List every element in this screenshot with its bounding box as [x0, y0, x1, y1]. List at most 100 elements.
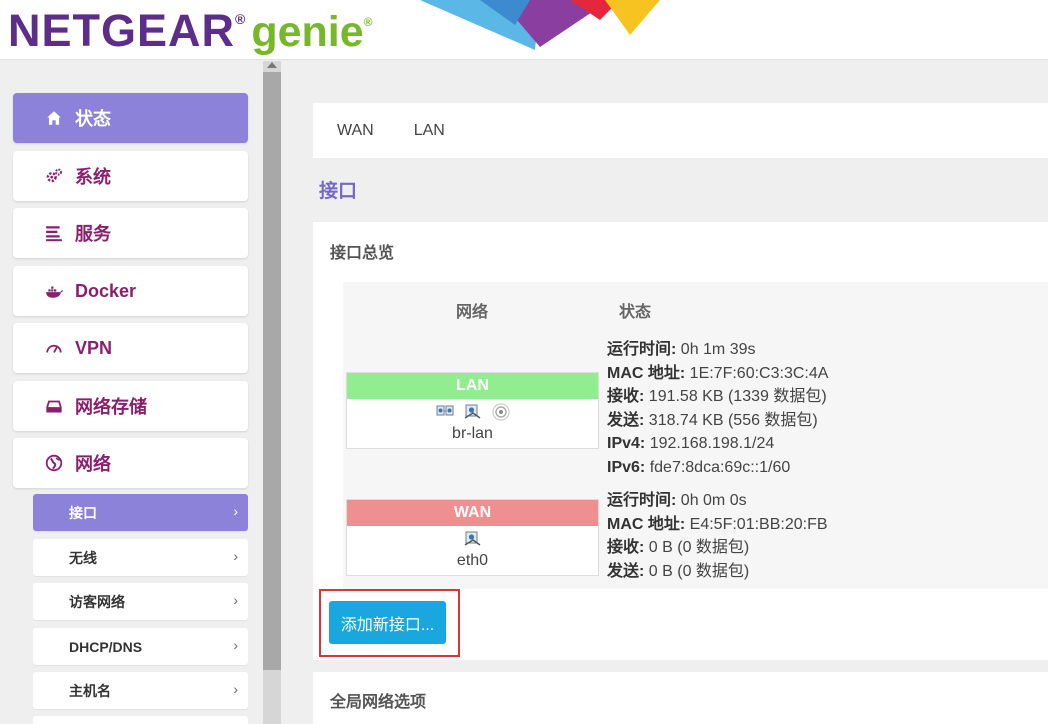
column-header-status: 状态 [619, 304, 652, 321]
subitem-label: 接口 [69, 504, 97, 521]
chevron-right-icon: › [233, 592, 238, 608]
status-line: IPv4: 192.168.198.1/24 [607, 432, 828, 456]
subitem-label: DHCP/DNS [69, 638, 143, 655]
chevron-right-icon: › [233, 503, 238, 519]
status-line: 运行时间: 0h 1m 39s [607, 338, 828, 362]
panel-title: 接口总览 [330, 245, 395, 262]
status-value: 191.58 KB (1339 数据包) [644, 388, 827, 406]
status-line: 接收: 0 B (0 数据包) [607, 536, 828, 560]
interface-card-lan[interactable]: LAN br-lan [346, 372, 599, 449]
ethernet-port-icon [464, 531, 480, 546]
sidebar-subitem-hostnames[interactable]: 主机名 › [33, 672, 248, 709]
status-value: 318.74 KB (556 数据包) [644, 411, 818, 429]
interface-device-name: br-lan [452, 425, 493, 442]
home-icon [43, 108, 65, 128]
status-label: 发送: [607, 562, 645, 580]
chevron-right-icon: › [233, 681, 238, 697]
netgear-genie-logo[interactable]: NETGEAR® genie® [8, 5, 373, 57]
logo-brand: NETGEAR [8, 5, 236, 56]
panel-title: 全局网络选项 [330, 694, 427, 711]
header-decoration-graphic [420, 0, 660, 50]
status-label: MAC 地址: [607, 364, 686, 382]
interface-icons [347, 530, 598, 550]
status-line: 发送: 318.74 KB (556 数据包) [607, 409, 828, 433]
interface-overview-panel: 接口总览 网络 状态 LAN br-lan 运行时间: 0h 1m 39s MA… [313, 222, 1048, 660]
add-new-interface-button[interactable]: 添加新接口... [329, 601, 446, 644]
status-line: 运行时间: 0h 0m 0s [607, 489, 828, 513]
sidebar-item-label: 网络存储 [75, 397, 147, 417]
status-line: 接收: 191.58 KB (1339 数据包) [607, 385, 828, 409]
logo-reg-mark: ® [235, 11, 246, 27]
sidebar-item-label: 系统 [75, 167, 111, 187]
interface-card-wan[interactable]: WAN eth0 [346, 499, 599, 576]
status-label: IPv4: [607, 435, 646, 453]
sidebar-item-status[interactable]: 状态 [13, 93, 248, 143]
logo-product: genie [251, 8, 364, 56]
status-line: IPv6: fde7:8dca:69c::1/60 [607, 456, 828, 480]
bridge-icon [436, 405, 453, 416]
interface-device-name: eth0 [456, 552, 489, 569]
status-value: fde7:8dca:69c::1/60 [645, 458, 791, 476]
subitem-label: 无线 [69, 549, 97, 566]
sidebar-item-vpn[interactable]: VPN [13, 323, 248, 373]
wireless-icon [491, 403, 510, 421]
interface-tabs: WAN LAN [313, 103, 1048, 158]
status-line: MAC 地址: 1E:7F:60:C3:3C:4A [607, 362, 828, 386]
sidebar-item-docker[interactable]: Docker [13, 266, 248, 316]
status-value: 0h 0m 0s [676, 492, 747, 509]
status-label: 接收: [607, 539, 645, 557]
gears-icon [43, 166, 65, 186]
status-value: 0 B (0 数据包) [644, 539, 750, 557]
sidebar-item-network[interactable]: 网络 [13, 438, 248, 488]
status-label: 接收: [607, 388, 645, 406]
drive-icon [43, 396, 65, 416]
interface-table: 网络 状态 LAN br-lan 运行时间: 0h 1m 39s MAC 地址:… [343, 282, 1048, 589]
status-value: E4:5F:01:BB:20:FB [685, 515, 828, 533]
global-network-options-panel: 全局网络选项 [313, 672, 1048, 724]
status-label: 运行时间: [607, 492, 677, 509]
sidebar-item-services[interactable]: 服务 [13, 208, 248, 258]
status-label: MAC 地址: [607, 515, 686, 533]
sidebar-item-label: VPN [75, 337, 113, 358]
sidebar-subitem-partial[interactable] [33, 716, 248, 724]
speedometer-icon [43, 338, 65, 358]
subitem-label: 主机名 [69, 682, 111, 699]
sidebar-item-system[interactable]: 系统 [13, 151, 248, 201]
interface-status-lan: 运行时间: 0h 1m 39s MAC 地址: 1E:7F:60:C3:3C:4… [607, 338, 828, 480]
sidebar-item-label: 状态 [75, 109, 111, 129]
chevron-right-icon: › [233, 548, 238, 564]
sidebar-subitem-wireless[interactable]: 无线 › [33, 539, 248, 576]
ethernet-port-icon [464, 404, 480, 419]
list-icon [43, 223, 65, 243]
status-label: IPv6: [607, 458, 646, 476]
sidebar-item-label: 服务 [75, 224, 111, 244]
app-header: NETGEAR® genie® [0, 0, 1048, 60]
interface-name-bar: WAN [347, 500, 598, 526]
sidebar-subitem-interfaces[interactable]: 接口 › [33, 494, 248, 531]
scroll-up-arrow-icon[interactable] [267, 62, 277, 68]
docker-whale-icon [43, 281, 65, 301]
status-value: 0h 1m 39s [676, 341, 756, 358]
interface-icons [347, 403, 598, 423]
status-value: 192.168.198.1/24 [645, 435, 775, 453]
globe-icon [43, 453, 65, 473]
tab-wan[interactable]: WAN [337, 122, 374, 140]
sidebar-scrollbar-thumb[interactable] [263, 72, 281, 670]
status-value: 1E:7F:60:C3:3C:4A [685, 364, 829, 382]
status-label: 发送: [607, 411, 645, 429]
interface-name-bar: LAN [347, 373, 598, 399]
tab-lan[interactable]: LAN [414, 122, 445, 140]
interface-status-wan: 运行时间: 0h 0m 0s MAC 地址: E4:5F:01:BB:20:FB… [607, 489, 828, 583]
status-label: 运行时间: [607, 341, 677, 358]
logo-product-mark: ® [363, 15, 373, 29]
status-line: 发送: 0 B (0 数据包) [607, 560, 828, 584]
page-title: 接口 [319, 181, 358, 202]
sidebar-item-network-storage[interactable]: 网络存储 [13, 381, 248, 431]
sidebar-subitem-dhcp-dns[interactable]: DHCP/DNS › [33, 628, 248, 665]
sidebar-item-label: 网络 [75, 454, 111, 474]
sidebar-subitem-guest-network[interactable]: 访客网络 › [33, 583, 248, 620]
sidebar-item-label: Docker [75, 280, 137, 301]
status-line: MAC 地址: E4:5F:01:BB:20:FB [607, 513, 828, 537]
chevron-right-icon: › [233, 637, 238, 653]
status-value: 0 B (0 数据包) [644, 562, 750, 580]
